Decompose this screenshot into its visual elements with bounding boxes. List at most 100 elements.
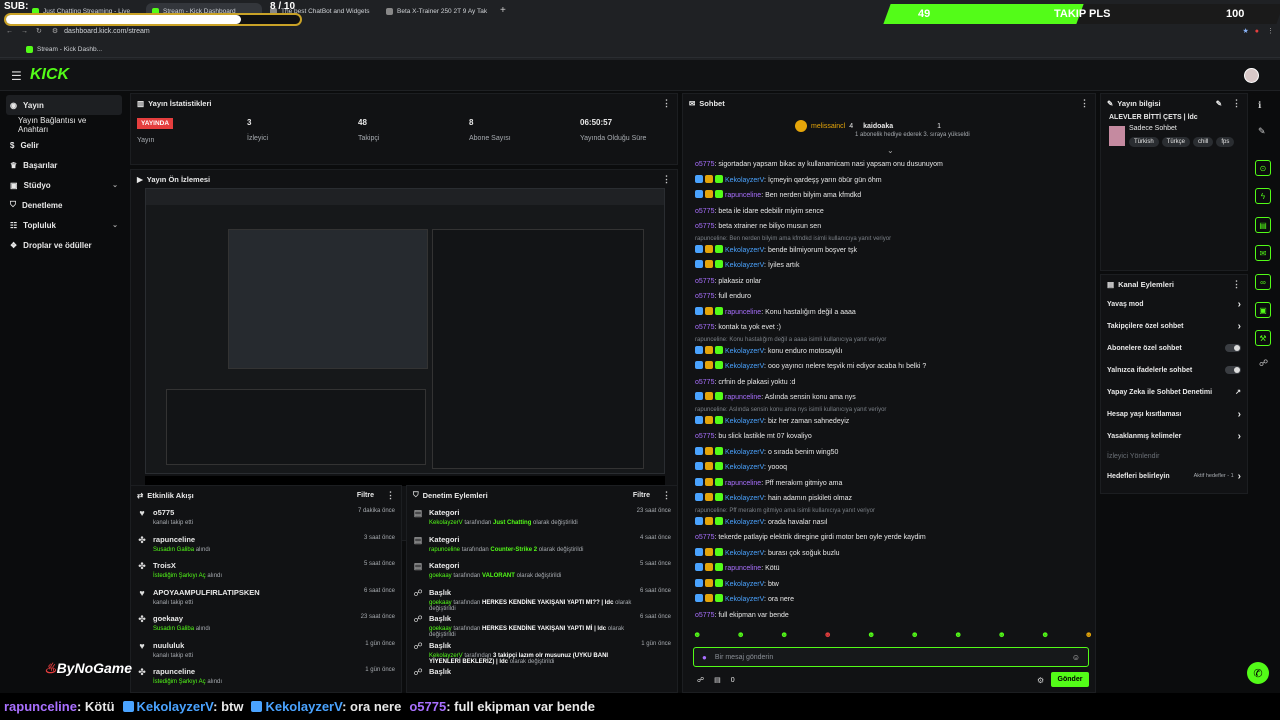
users-icon[interactable]: ☍ bbox=[697, 676, 704, 684]
chat-username[interactable]: KekolayzerV bbox=[725, 464, 764, 471]
chat-message[interactable]: o5775: full ekipman var bende bbox=[683, 608, 1083, 624]
chat-username[interactable]: rapunceline bbox=[725, 480, 761, 487]
chat-message[interactable]: KekolayzerV: ora nere bbox=[683, 592, 1083, 608]
activity-item[interactable]: ♥ nuululuk kanalı takip etti 1 gün önce bbox=[131, 637, 401, 664]
rail-button-layout-icon[interactable]: ▣ bbox=[1255, 302, 1271, 318]
emote-icon[interactable]: ☻ bbox=[911, 630, 919, 644]
kick-logo[interactable]: KICK bbox=[30, 66, 69, 84]
tag[interactable]: Türkçe bbox=[1161, 137, 1191, 147]
chat-message[interactable]: KekolayzerV: yoooq bbox=[683, 460, 1083, 476]
moderation-item[interactable]: ☍ Başlık KekolayzerV tarafından 3 takipçi … bbox=[407, 637, 677, 665]
moderation-item[interactable]: ▤ Kategori KekolayzerV tarafından Just Cha… bbox=[407, 504, 677, 531]
filter-button[interactable]: Filtre bbox=[357, 492, 374, 499]
chat-message[interactable]: KekolayzerV: konu enduro motosayklı bbox=[683, 344, 1083, 360]
browser-tab[interactable]: Beta X-Trainer 250 2T 9 Ay Tak bbox=[380, 3, 496, 19]
emote-icon[interactable]: ☻ bbox=[780, 630, 788, 644]
chat-message[interactable]: o5775: full enduro bbox=[683, 289, 1083, 305]
channel-action-item[interactable]: Yapay Zeka ile Sohbet Denetimi ↗ bbox=[1101, 381, 1247, 403]
preview-video[interactable] bbox=[145, 188, 665, 474]
extension-icon[interactable]: ● bbox=[1255, 28, 1259, 35]
chat-message[interactable]: KekolayzerV: biz her zaman sahnedeyiz bbox=[683, 414, 1083, 430]
nav-back-icon[interactable]: ← bbox=[6, 28, 13, 35]
activity-item[interactable]: ✤ TroisX İstediğim Şarkıyı Aç alındı 5 saat… bbox=[131, 557, 401, 584]
activity-item[interactable]: ✤ goekaay Susadın Galiba alındı 23 saat önc… bbox=[131, 610, 401, 637]
chat-message[interactable]: rapunceline: Pff merakım gitmiyo ama bbox=[683, 476, 1083, 492]
sidebar-item-community[interactable]: ☷ Topluluk ⌄ bbox=[0, 215, 128, 235]
chat-username[interactable]: rapunceline bbox=[725, 192, 761, 199]
chat-input[interactable]: ● Bir mesaj gönderin ☺ bbox=[693, 647, 1089, 667]
more-options-icon[interactable]: ⋮ bbox=[662, 490, 671, 501]
chat-username[interactable]: rapunceline bbox=[725, 565, 761, 572]
chat-username[interactable]: rapunceline bbox=[725, 394, 761, 401]
chat-message[interactable]: KekolayzerV: İyiles artık bbox=[683, 258, 1083, 274]
chat-username[interactable]: KekolayzerV bbox=[725, 363, 764, 370]
chat-username[interactable]: KekolayzerV bbox=[725, 596, 764, 603]
moderation-item[interactable]: ▤ Kategori goekaay tarafından VALORANT ola… bbox=[407, 557, 677, 584]
emote-icon[interactable]: ☻ bbox=[998, 630, 1006, 644]
chat-username[interactable]: o5775 bbox=[695, 161, 714, 168]
pencil-icon[interactable]: ✎ bbox=[1258, 126, 1266, 137]
tag[interactable]: chill bbox=[1193, 137, 1214, 147]
chat-username[interactable]: o5775 bbox=[695, 379, 714, 386]
send-button[interactable]: Gönder bbox=[1051, 672, 1089, 687]
sidebar-item-drops[interactable]: ❖ Droplar ve ödüller bbox=[0, 235, 128, 255]
chat-message[interactable]: o5775: sigortadan yapsam bikac ay kullan… bbox=[683, 157, 1083, 173]
chat-message[interactable]: o5775: kontak ta yok evet :) bbox=[683, 320, 1083, 336]
activity-item[interactable]: ♥ APOYAAMPULFIRLATIPSKEN kanalı takip etti… bbox=[131, 584, 401, 611]
chat-username[interactable]: o5775 bbox=[695, 324, 714, 331]
more-options-icon[interactable]: ⋮ bbox=[662, 174, 671, 185]
chat-message[interactable]: o5775: bu slick lastikle mt 07 kovaliyo bbox=[683, 429, 1083, 445]
chat-settings-icon[interactable]: ⚙ bbox=[1037, 676, 1044, 685]
info-icon[interactable]: ℹ bbox=[1258, 100, 1261, 111]
chat-username[interactable]: o5775 bbox=[695, 433, 714, 440]
chat-username[interactable]: KekolayzerV bbox=[725, 348, 764, 355]
emoji-picker-icon[interactable]: ☺ bbox=[1072, 653, 1080, 662]
chat-username[interactable]: o5775 bbox=[695, 223, 714, 230]
users-icon[interactable]: ☍ bbox=[1259, 358, 1268, 369]
more-options-icon[interactable]: ⋮ bbox=[1232, 98, 1241, 109]
chat-username[interactable]: KekolayzerV bbox=[725, 519, 764, 526]
moderation-item[interactable]: ☍ Başlık bbox=[407, 663, 677, 690]
edit-icon[interactable]: ✎ bbox=[1216, 99, 1222, 108]
address-bar[interactable]: dashboard.kick.com/stream bbox=[64, 28, 150, 35]
points-icon[interactable]: ▤ bbox=[714, 676, 721, 684]
tag[interactable]: Türkish bbox=[1129, 137, 1159, 147]
chat-username[interactable]: KekolayzerV bbox=[725, 550, 764, 557]
channel-action-item[interactable]: Yasaklanmış kelimeler › bbox=[1101, 425, 1247, 447]
help-chat-icon[interactable]: ✆ bbox=[1247, 662, 1269, 684]
reload-icon[interactable]: ↻ bbox=[36, 27, 42, 35]
emote-icon[interactable]: ☻ bbox=[1085, 630, 1093, 644]
moderation-item[interactable]: ☍ Başlık goekaay tarafından HERKES KENDİNE… bbox=[407, 584, 677, 612]
browser-tab[interactable]: Just Chatting Streaming - Live bbox=[26, 3, 144, 19]
chat-username[interactable]: KekolayzerV bbox=[725, 247, 764, 254]
chat-message[interactable]: KekolayzerV: İçmeyin qardeşş yarın öbür … bbox=[683, 173, 1083, 189]
browser-tab[interactable]: The best ChatBot and Widgets bbox=[264, 3, 378, 19]
browser-tab-active[interactable]: Stream - Kick Dashboard bbox=[146, 3, 262, 19]
sidebar-item-achievements[interactable]: ♛ Başarılar bbox=[0, 155, 128, 175]
emote-icon[interactable]: ☻ bbox=[954, 630, 962, 644]
sidebar-item-moderation[interactable]: ⛉ Denetleme bbox=[0, 195, 128, 215]
sidebar-item-stream-key[interactable]: Yayın Bağlantısı ve Anahtarı bbox=[0, 115, 128, 135]
emote-icon[interactable]: ☻ bbox=[824, 630, 832, 644]
sidebar-item-stream[interactable]: ◉ Yayın bbox=[6, 95, 122, 115]
browser-menu-icon[interactable]: ⋮ bbox=[1267, 27, 1274, 35]
chat-message[interactable]: rapunceline: Konu hastalığım değil a aaa… bbox=[683, 305, 1083, 321]
rail-button-link-icon[interactable]: ∞ bbox=[1255, 274, 1271, 290]
bookmark-star-icon[interactable]: ★ bbox=[1242, 27, 1248, 35]
chat-username[interactable]: KekolayzerV bbox=[725, 262, 764, 269]
chat-username[interactable]: KekolayzerV bbox=[725, 418, 764, 425]
tag[interactable]: fps bbox=[1216, 137, 1235, 147]
moderation-item[interactable]: ☍ Başlık goekaay tarafından HERKES KENDİNE… bbox=[407, 610, 677, 638]
chat-message[interactable]: o5775: tekerde patlayip elektrik diregin… bbox=[683, 530, 1083, 546]
toggle-switch[interactable] bbox=[1225, 366, 1241, 374]
more-options-icon[interactable]: ⋮ bbox=[1080, 98, 1089, 109]
moderation-item[interactable]: ▤ Kategori rapunceline tarafından Counter-… bbox=[407, 531, 677, 558]
channel-action-item[interactable]: Abonelere özel sohbet bbox=[1101, 337, 1247, 359]
activity-item[interactable]: ✤ rapunceline Susadın Galiba alındı 3 saat … bbox=[131, 531, 401, 558]
chat-message[interactable]: rapunceline: Aslında sensin konu ama nys bbox=[683, 390, 1083, 406]
sidebar-item-revenue[interactable]: $ Gelir bbox=[0, 135, 128, 155]
emote-icon[interactable]: ☻ bbox=[693, 630, 701, 644]
chat-message[interactable]: KekolayzerV: orada havalar nasıl bbox=[683, 515, 1083, 531]
channel-action-item[interactable]: Yalnızca ifadelerle sohbet bbox=[1101, 359, 1247, 381]
filter-button[interactable]: Filtre bbox=[633, 492, 650, 499]
